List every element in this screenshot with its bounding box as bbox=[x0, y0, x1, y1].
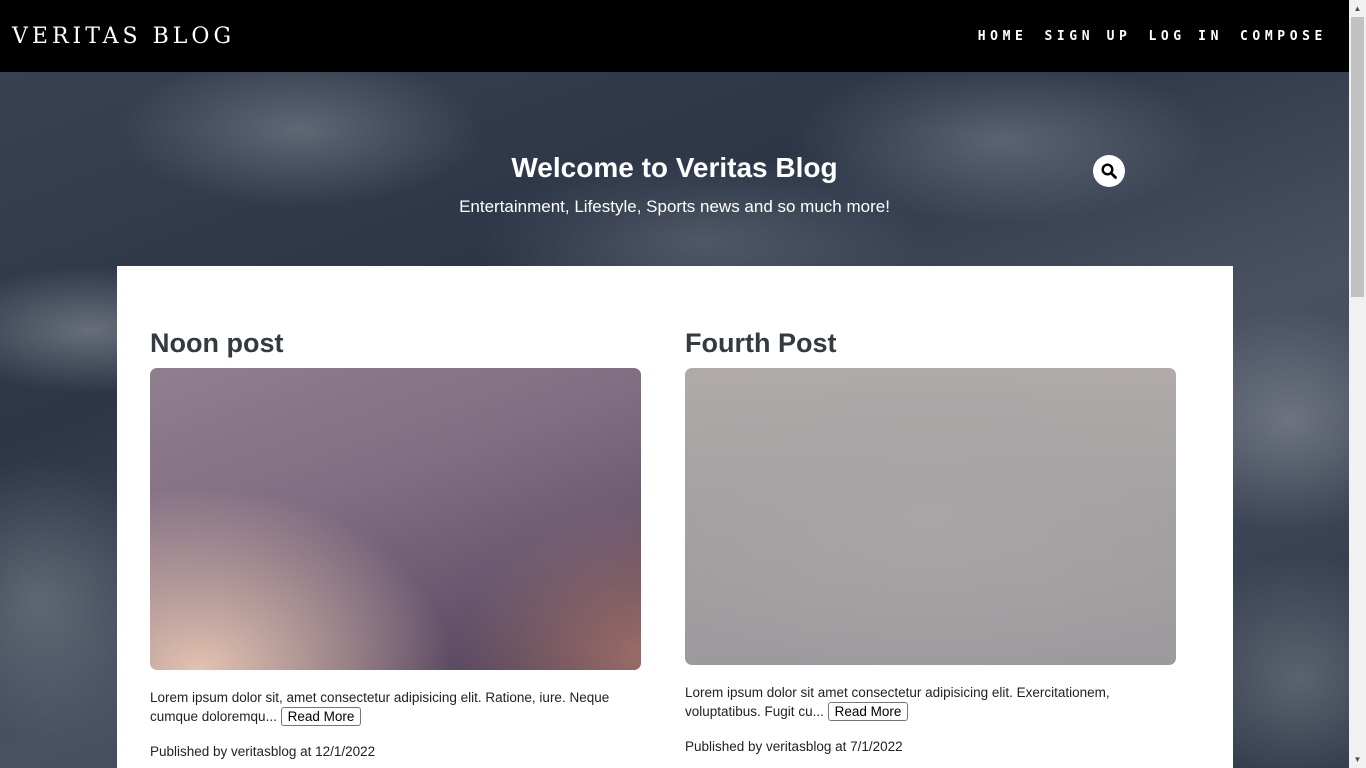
nav-links: HOME SIGN UP LOG IN COMPOSE bbox=[961, 29, 1327, 44]
post-image[interactable] bbox=[685, 368, 1176, 665]
post-excerpt: Lorem ipsum dolor sit, amet consectetur … bbox=[150, 688, 641, 726]
read-more-button[interactable]: Read More bbox=[827, 702, 909, 721]
post-meta: Published by veritasblog at 12/1/2022 bbox=[150, 744, 376, 759]
navbar: VERITAS BLOG HOME SIGN UP LOG IN COMPOSE bbox=[0, 0, 1349, 72]
search-icon bbox=[1101, 163, 1117, 179]
post-title[interactable]: Fourth Post bbox=[685, 326, 1176, 368]
post-title[interactable]: Noon post bbox=[150, 326, 641, 368]
post-card: Noon post Lorem ipsum dolor sit, amet co… bbox=[150, 326, 641, 759]
page-scrollbar[interactable]: ▲ ▼ bbox=[1349, 0, 1366, 768]
nav-link-log-in[interactable]: LOG IN bbox=[1148, 29, 1223, 44]
post-excerpt: Lorem ipsum dolor sit amet consectetur a… bbox=[685, 683, 1176, 721]
nav-link-home[interactable]: HOME bbox=[978, 29, 1028, 44]
scroll-down-arrow-icon[interactable]: ▼ bbox=[1349, 751, 1366, 768]
nav-link-compose[interactable]: COMPOSE bbox=[1240, 29, 1327, 44]
hero-title: Welcome to Veritas Blog bbox=[511, 152, 838, 183]
read-more-button[interactable]: Read More bbox=[280, 707, 362, 726]
scroll-up-arrow-icon[interactable]: ▲ bbox=[1349, 0, 1366, 17]
post-image[interactable] bbox=[150, 368, 641, 670]
post-meta: Published by veritasblog at 7/1/2022 bbox=[685, 739, 903, 754]
brand-logo[interactable]: VERITAS BLOG bbox=[12, 24, 235, 49]
nav-link-sign-up[interactable]: SIGN UP bbox=[1044, 29, 1131, 44]
hero-subtitle: Entertainment, Lifestyle, Sports news an… bbox=[459, 197, 890, 216]
post-card: Fourth Post Lorem ipsum dolor sit amet c… bbox=[685, 326, 1176, 754]
post-excerpt-text: Lorem ipsum dolor sit, amet consectetur … bbox=[150, 690, 610, 724]
search-button[interactable] bbox=[1093, 155, 1125, 187]
scroll-thumb[interactable] bbox=[1351, 17, 1364, 297]
hero-section: Welcome to Veritas Blog Entertainment, L… bbox=[0, 72, 1349, 266]
posts-container: Noon post Lorem ipsum dolor sit, amet co… bbox=[117, 266, 1233, 768]
